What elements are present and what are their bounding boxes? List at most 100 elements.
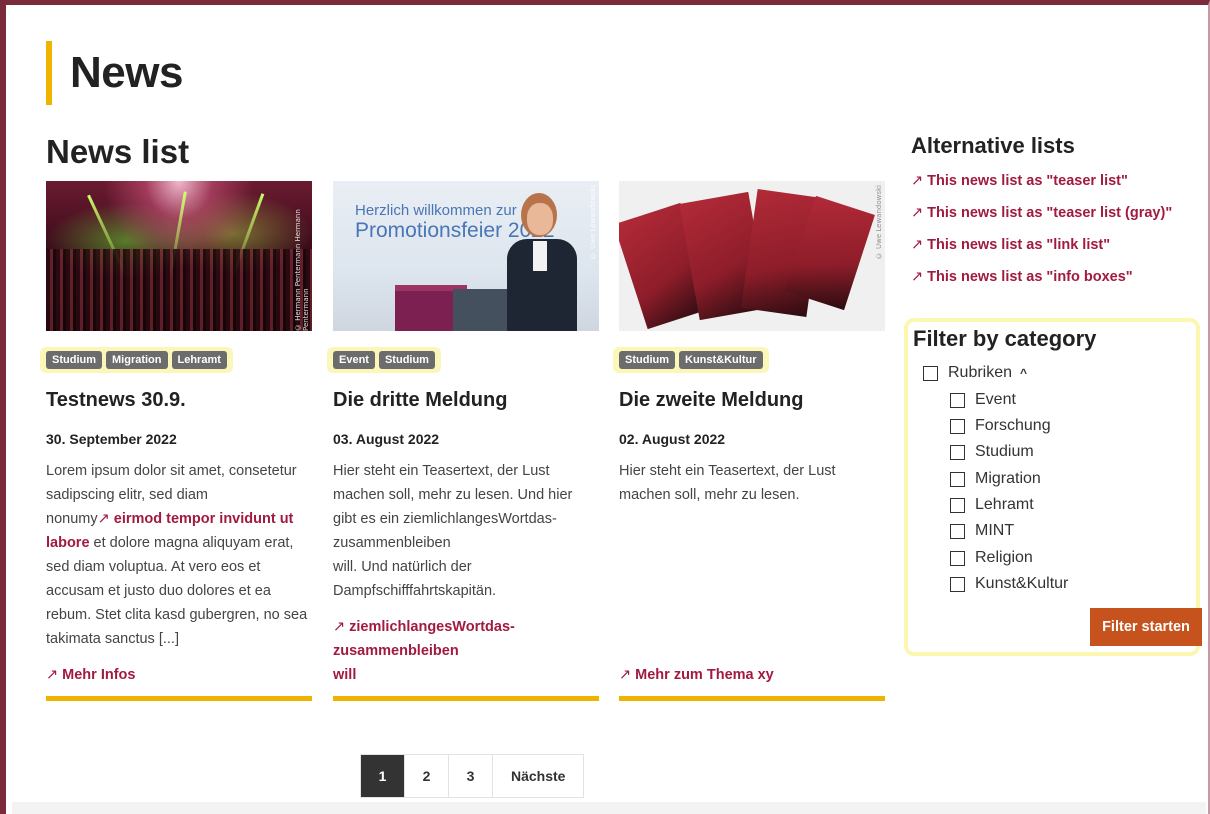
link-label: zusammenbleiben xyxy=(333,643,459,659)
card-underline xyxy=(46,696,312,701)
speaker-face xyxy=(527,203,553,235)
teaser-list-link[interactable]: ↗ This news list as "teaser list" xyxy=(911,169,1172,201)
teaser-list-gray-link[interactable]: ↗ This news list as "teaser list (gray)" xyxy=(911,201,1172,233)
checkbox[interactable] xyxy=(950,392,965,408)
external-link-icon: ↗ xyxy=(46,667,59,683)
category-checkbox-migration[interactable]: Migration xyxy=(950,470,1041,488)
checkbox[interactable] xyxy=(950,523,965,539)
link-label: This news list as "teaser list" xyxy=(927,173,1128,189)
card-underline xyxy=(619,696,885,701)
rubriken-checkbox-row[interactable]: Rubriken ^ xyxy=(923,364,1027,382)
news-card: © Hermann Pentermann Hermann Pentermann … xyxy=(40,181,312,701)
external-link-icon: ↗ xyxy=(911,173,924,189)
external-link-icon: ↗ xyxy=(333,619,346,635)
teaser-text: will. Und natürlich der Dampfschifffahrt… xyxy=(333,559,497,599)
checkbox[interactable] xyxy=(923,365,938,381)
checkbox-label: Rubriken xyxy=(948,364,1013,381)
news-teaser: Lorem ipsum dolor sit amet, consetetur s… xyxy=(46,459,312,651)
alternative-lists-title: Alternative lists xyxy=(911,133,1075,158)
link-label: ziemlichlangesWortdas- xyxy=(349,619,515,635)
pagination: 1 2 3 Nächste xyxy=(360,754,585,798)
page-3-button[interactable]: 3 xyxy=(449,755,493,797)
external-link-icon: ↗ xyxy=(911,269,924,285)
laptop xyxy=(453,289,509,331)
news-title[interactable]: Testnews 30.9. xyxy=(46,389,186,412)
link-label: This news list as "info boxes" xyxy=(927,269,1133,285)
external-link-icon: ↗ xyxy=(911,237,924,253)
tag-list: Studium Migration Lehramt xyxy=(40,347,233,373)
speaker-shirt xyxy=(533,241,547,271)
info-boxes-link[interactable]: ↗ This news list as "info boxes" xyxy=(911,265,1172,297)
next-page-button[interactable]: Nächste xyxy=(493,755,584,797)
category-checkbox-studium[interactable]: Studium xyxy=(950,443,1034,461)
checkbox[interactable] xyxy=(950,444,965,460)
news-card: Herzlich willkommen zur Promotionsfeier … xyxy=(327,181,599,701)
tag[interactable]: Studium xyxy=(619,351,675,369)
external-link-icon: ↗ xyxy=(619,667,632,683)
title-accent-bar xyxy=(46,41,52,105)
news-card: © Uwe Lewandowski Studium Kunst&Kultur D… xyxy=(613,181,885,701)
tag[interactable]: Lehramt xyxy=(171,351,227,369)
checkbox-label: Event xyxy=(975,391,1016,408)
external-link-icon: ↗ xyxy=(911,205,924,221)
page-1-button[interactable]: 1 xyxy=(361,755,405,797)
checkbox-label: Migration xyxy=(975,470,1041,487)
checkbox-label: Kunst&Kultur xyxy=(975,575,1069,592)
news-title[interactable]: Die zweite Meldung xyxy=(619,389,803,412)
teaser-text: Hier steht ein Teasertext, der Lust mach… xyxy=(333,463,573,551)
footer-strip xyxy=(12,802,1206,814)
link-list-link[interactable]: ↗ This news list as "link list" xyxy=(911,233,1172,265)
link-label: Mehr zum Thema xy xyxy=(635,667,774,683)
checkbox[interactable] xyxy=(950,576,965,592)
link-label: This news list as "link list" xyxy=(927,237,1111,253)
news-list-title: News list xyxy=(46,133,190,170)
category-checkbox-forschung[interactable]: Forschung xyxy=(950,417,1051,435)
link-label: Mehr Infos xyxy=(62,667,136,683)
tag[interactable]: Kunst&Kultur xyxy=(679,351,763,369)
checkbox[interactable] xyxy=(950,471,965,487)
news-image-ceremony[interactable]: Herzlich willkommen zur Promotionsfeier … xyxy=(333,181,599,331)
page-title: News xyxy=(70,48,183,97)
page-frame: News News list © Hermann Pentermann Herm… xyxy=(0,0,1210,814)
page-2-button[interactable]: 2 xyxy=(405,755,449,797)
category-checkbox-religion[interactable]: Religion xyxy=(950,549,1033,567)
image-credit: © Uwe Lewandowski xyxy=(875,185,883,260)
category-checkbox-kunst-kultur[interactable]: Kunst&Kultur xyxy=(950,575,1068,593)
checkbox-label: MINT xyxy=(975,522,1015,539)
tag[interactable]: Migration xyxy=(106,351,168,369)
tag[interactable]: Studium xyxy=(378,351,435,369)
checkbox[interactable] xyxy=(950,497,965,513)
image-credit: © Hermann Pentermann Hermann Pentermann xyxy=(294,209,310,331)
teaser-text: et dolore magna aliquyam erat, sed diam … xyxy=(46,535,308,647)
news-teaser: Hier steht ein Teasertext, der Lust mach… xyxy=(333,459,599,603)
link-label: This news list as "teaser list (gray)" xyxy=(927,205,1173,221)
checkbox[interactable] xyxy=(950,418,965,434)
tag[interactable]: Event xyxy=(333,351,375,369)
topic-link[interactable]: ↗ Mehr zum Thema xy xyxy=(619,663,774,687)
page-header: News xyxy=(46,38,183,108)
category-filter: Filter by category Rubriken ^ Event Fors… xyxy=(904,318,1202,656)
external-link-icon: ↗ xyxy=(97,511,110,527)
chevron-up-icon[interactable]: ^ xyxy=(1020,366,1027,380)
news-date: 02. August 2022 xyxy=(619,431,726,447)
checkbox-label: Studium xyxy=(975,443,1034,460)
tag-list: Event Studium xyxy=(327,347,441,373)
news-date: 30. September 2022 xyxy=(46,431,177,447)
news-image-concert[interactable]: © Hermann Pentermann Hermann Pentermann xyxy=(46,181,312,331)
card-underline xyxy=(333,696,599,701)
category-checkbox-lehramt[interactable]: Lehramt xyxy=(950,496,1034,514)
news-image-scarves[interactable]: © Uwe Lewandowski xyxy=(619,181,885,331)
news-teaser: Hier steht ein Teasertext, der Lust mach… xyxy=(619,463,836,503)
category-checkbox-mint[interactable]: MINT xyxy=(950,522,1014,540)
checkbox-label: Lehramt xyxy=(975,496,1034,513)
tag[interactable]: Studium xyxy=(46,351,102,369)
checkbox[interactable] xyxy=(950,550,965,566)
more-info-link[interactable]: ↗ Mehr Infos xyxy=(46,663,135,687)
news-date: 03. August 2022 xyxy=(333,431,440,447)
category-checkbox-event[interactable]: Event xyxy=(950,391,1016,409)
word-link[interactable]: ↗ ziemlichlangesWortdas- zusammenbleiben … xyxy=(333,615,515,687)
image-credit: © Uwe Lewandowski xyxy=(589,185,597,260)
alternative-lists: ↗ This news list as "teaser list" ↗ This n… xyxy=(911,169,1172,297)
filter-start-button[interactable]: Filter starten xyxy=(1090,608,1202,646)
news-title[interactable]: Die dritte Meldung xyxy=(333,389,507,412)
